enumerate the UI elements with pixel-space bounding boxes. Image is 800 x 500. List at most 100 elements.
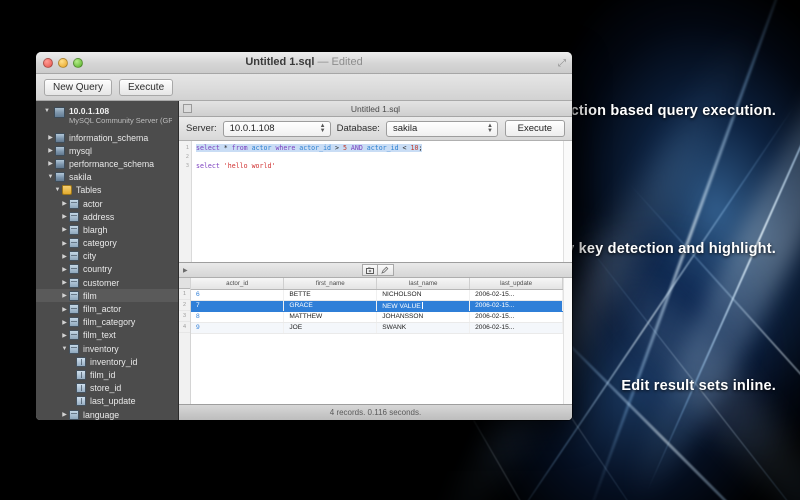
cell-actor_id[interactable]: 9 <box>191 322 284 333</box>
code-token: actor <box>252 144 276 152</box>
column-header-actor_id[interactable]: actor_id <box>191 278 284 289</box>
chevron-right-icon[interactable]: ▶ <box>60 319 69 326</box>
chevron-down-icon[interactable]: ▼ <box>60 346 69 352</box>
chevron-right-icon[interactable]: ▶ <box>60 200 69 207</box>
table-row[interactable]: 8MATTHEWJOHANSSON 2006-02-15... <box>191 311 563 322</box>
tree-item-country[interactable]: ▶ country <box>36 263 178 276</box>
execute-toolbar-button[interactable]: Execute <box>119 79 173 96</box>
cell-actor_id[interactable]: 6 <box>191 289 284 300</box>
table-row[interactable]: 6BETTENICHOLSON2006-02-15... <box>191 289 563 300</box>
new-query-button[interactable]: New Query <box>44 79 112 96</box>
table-row[interactable]: 9 JOESWANK 2006-02-15... <box>191 322 563 333</box>
execute-button[interactable]: Execute <box>505 120 565 137</box>
tree-item-actor[interactable]: ▶actor <box>36 197 178 210</box>
editor-scrollbar[interactable] <box>563 141 572 262</box>
row-number[interactable]: 4 <box>179 322 190 333</box>
tree-item-inventory-id[interactable]: inventory_id <box>36 355 178 368</box>
chevron-right-icon[interactable]: ▶ <box>60 292 69 299</box>
cell-last_name[interactable]: JOHANSSON <box>377 311 470 322</box>
column-header-last_name[interactable]: last_name <box>377 278 470 289</box>
chevron-right-icon[interactable]: ▶ <box>60 253 69 260</box>
results-table[interactable]: actor_idfirst_namelast_namelast_update 6… <box>191 278 563 334</box>
chevron-right-icon[interactable]: ▶ <box>60 332 69 339</box>
cell-first_name[interactable]: GRACE <box>284 300 377 311</box>
tree-item-inventory[interactable]: ▼inventory <box>36 342 178 355</box>
cell-value: 2006-02-15... <box>475 324 514 331</box>
server-select-value: 10.0.1.108 <box>230 123 275 134</box>
chevron-down-icon[interactable]: ▼ <box>44 108 50 114</box>
tree-item-customer[interactable]: ▶customer <box>36 276 178 289</box>
tree-item-blargh[interactable]: ▶blargh <box>36 223 178 236</box>
chevron-right-icon[interactable]: ▶ <box>60 213 69 220</box>
tree-item-label: country <box>83 264 112 274</box>
row-number[interactable]: 3 <box>179 311 190 322</box>
chevron-right-icon[interactable]: ▶ <box>46 147 55 154</box>
tree-item-film-category[interactable]: ▶film_category <box>36 316 178 329</box>
chevron-right-icon[interactable]: ▶ <box>60 279 69 286</box>
tree-item-address[interactable]: ▶address <box>36 210 178 223</box>
chevron-right-icon[interactable]: ▶ <box>60 306 69 313</box>
column-icon <box>76 383 86 393</box>
results-empty-area <box>191 334 563 405</box>
cell-value: 9 <box>196 324 200 331</box>
schema-icon <box>55 133 65 143</box>
schema-tree[interactable]: ▶information_schema▶mysql▶performance_sc… <box>36 131 178 420</box>
chevron-right-icon[interactable]: ▶ <box>46 134 55 141</box>
tree-item-film-id[interactable]: film_id <box>36 368 178 381</box>
cell-first_name[interactable]: MATTHEW <box>284 311 377 322</box>
results-body[interactable]: 6BETTENICHOLSON2006-02-15...7GRACENEW VA… <box>191 289 563 333</box>
sql-editor[interactable]: 123 select * from actor where actor_id >… <box>179 141 572 263</box>
chevron-down-icon[interactable]: ▼ <box>46 174 55 180</box>
server-select[interactable]: 10.0.1.108 ▲▼ <box>223 121 331 137</box>
collapse-arrow-icon[interactable]: ▶ <box>183 267 188 274</box>
tree-item-sakila[interactable]: ▼sakila <box>36 171 178 184</box>
sql-editor-text[interactable]: select * from actor where actor_id > 5 A… <box>192 141 572 262</box>
table-row[interactable]: 7GRACENEW VALUE2006-02-15... <box>191 300 563 311</box>
chevron-right-icon[interactable]: ▶ <box>60 240 69 247</box>
cell-last_update[interactable]: 2006-02-15... <box>470 311 563 322</box>
chevron-down-icon[interactable]: ▼ <box>53 187 62 193</box>
cell-last_name[interactable]: SWANK <box>377 322 470 333</box>
chevron-right-icon[interactable]: ▶ <box>60 411 69 418</box>
tree-item-label: store_id <box>90 383 121 393</box>
cell-last_update[interactable]: 2006-02-15... <box>470 322 563 333</box>
column-header-last_update[interactable]: last_update <box>470 278 563 289</box>
tab-untitled-sql[interactable]: Untitled 1.sql <box>179 104 572 114</box>
tree-item-store-id[interactable]: store_id <box>36 382 178 395</box>
tree-item-film-actor[interactable]: ▶film_actor <box>36 302 178 315</box>
cell-last_name[interactable]: NEW VALUE <box>377 300 470 311</box>
tree-item-information-schema[interactable]: ▶information_schema <box>36 131 178 144</box>
code-token: select <box>196 162 224 170</box>
row-number[interactable]: 2 <box>179 300 190 311</box>
cell-actor_id[interactable]: 8 <box>191 311 284 322</box>
cell-first_name[interactable]: BETTE <box>284 289 377 300</box>
chevron-right-icon[interactable]: ▶ <box>60 226 69 233</box>
results-grid[interactable]: 1234 actor_idfirst_namelast_namelast_upd… <box>179 278 572 404</box>
results-scrollbar[interactable] <box>563 278 572 404</box>
cell-last_update[interactable]: 2006-02-15... <box>470 300 563 311</box>
tree-item-mysql[interactable]: ▶mysql <box>36 144 178 157</box>
cell-first_name[interactable]: JOE <box>284 322 377 333</box>
tree-item-language[interactable]: ▶language <box>36 408 178 420</box>
chevron-right-icon[interactable]: ▶ <box>60 266 69 273</box>
chevron-right-icon[interactable]: ▶ <box>46 160 55 167</box>
tree-item-last-update[interactable]: last_update <box>36 395 178 408</box>
tree-item-film[interactable]: ▶film <box>36 289 178 302</box>
tree-item-tables[interactable]: ▼Tables <box>36 184 178 197</box>
cell-last_update[interactable]: 2006-02-15... <box>470 289 563 300</box>
edit-pencil-icon[interactable] <box>378 264 394 276</box>
tree-item-category[interactable]: ▶category <box>36 237 178 250</box>
tree-item-film-text[interactable]: ▶film_text <box>36 329 178 342</box>
cell-value: 2006-02-15... <box>475 313 514 320</box>
database-select[interactable]: sakila ▲▼ <box>386 121 498 137</box>
row-number[interactable]: 1 <box>179 289 190 300</box>
table-icon <box>69 410 79 420</box>
tree-item-performance-schema[interactable]: ▶performance_schema <box>36 157 178 170</box>
tree-item-city[interactable]: ▶city <box>36 250 178 263</box>
cell-last_name[interactable]: NICHOLSON <box>377 289 470 300</box>
column-header-first_name[interactable]: first_name <box>284 278 377 289</box>
export-icon[interactable] <box>362 264 378 276</box>
cell-actor_id[interactable]: 7 <box>191 300 284 311</box>
connection-header[interactable]: ▼ 10.0.1.108 MySQL Community Server (GPL… <box>36 101 178 131</box>
fullscreen-icon[interactable]: ⤢ <box>558 58 566 69</box>
